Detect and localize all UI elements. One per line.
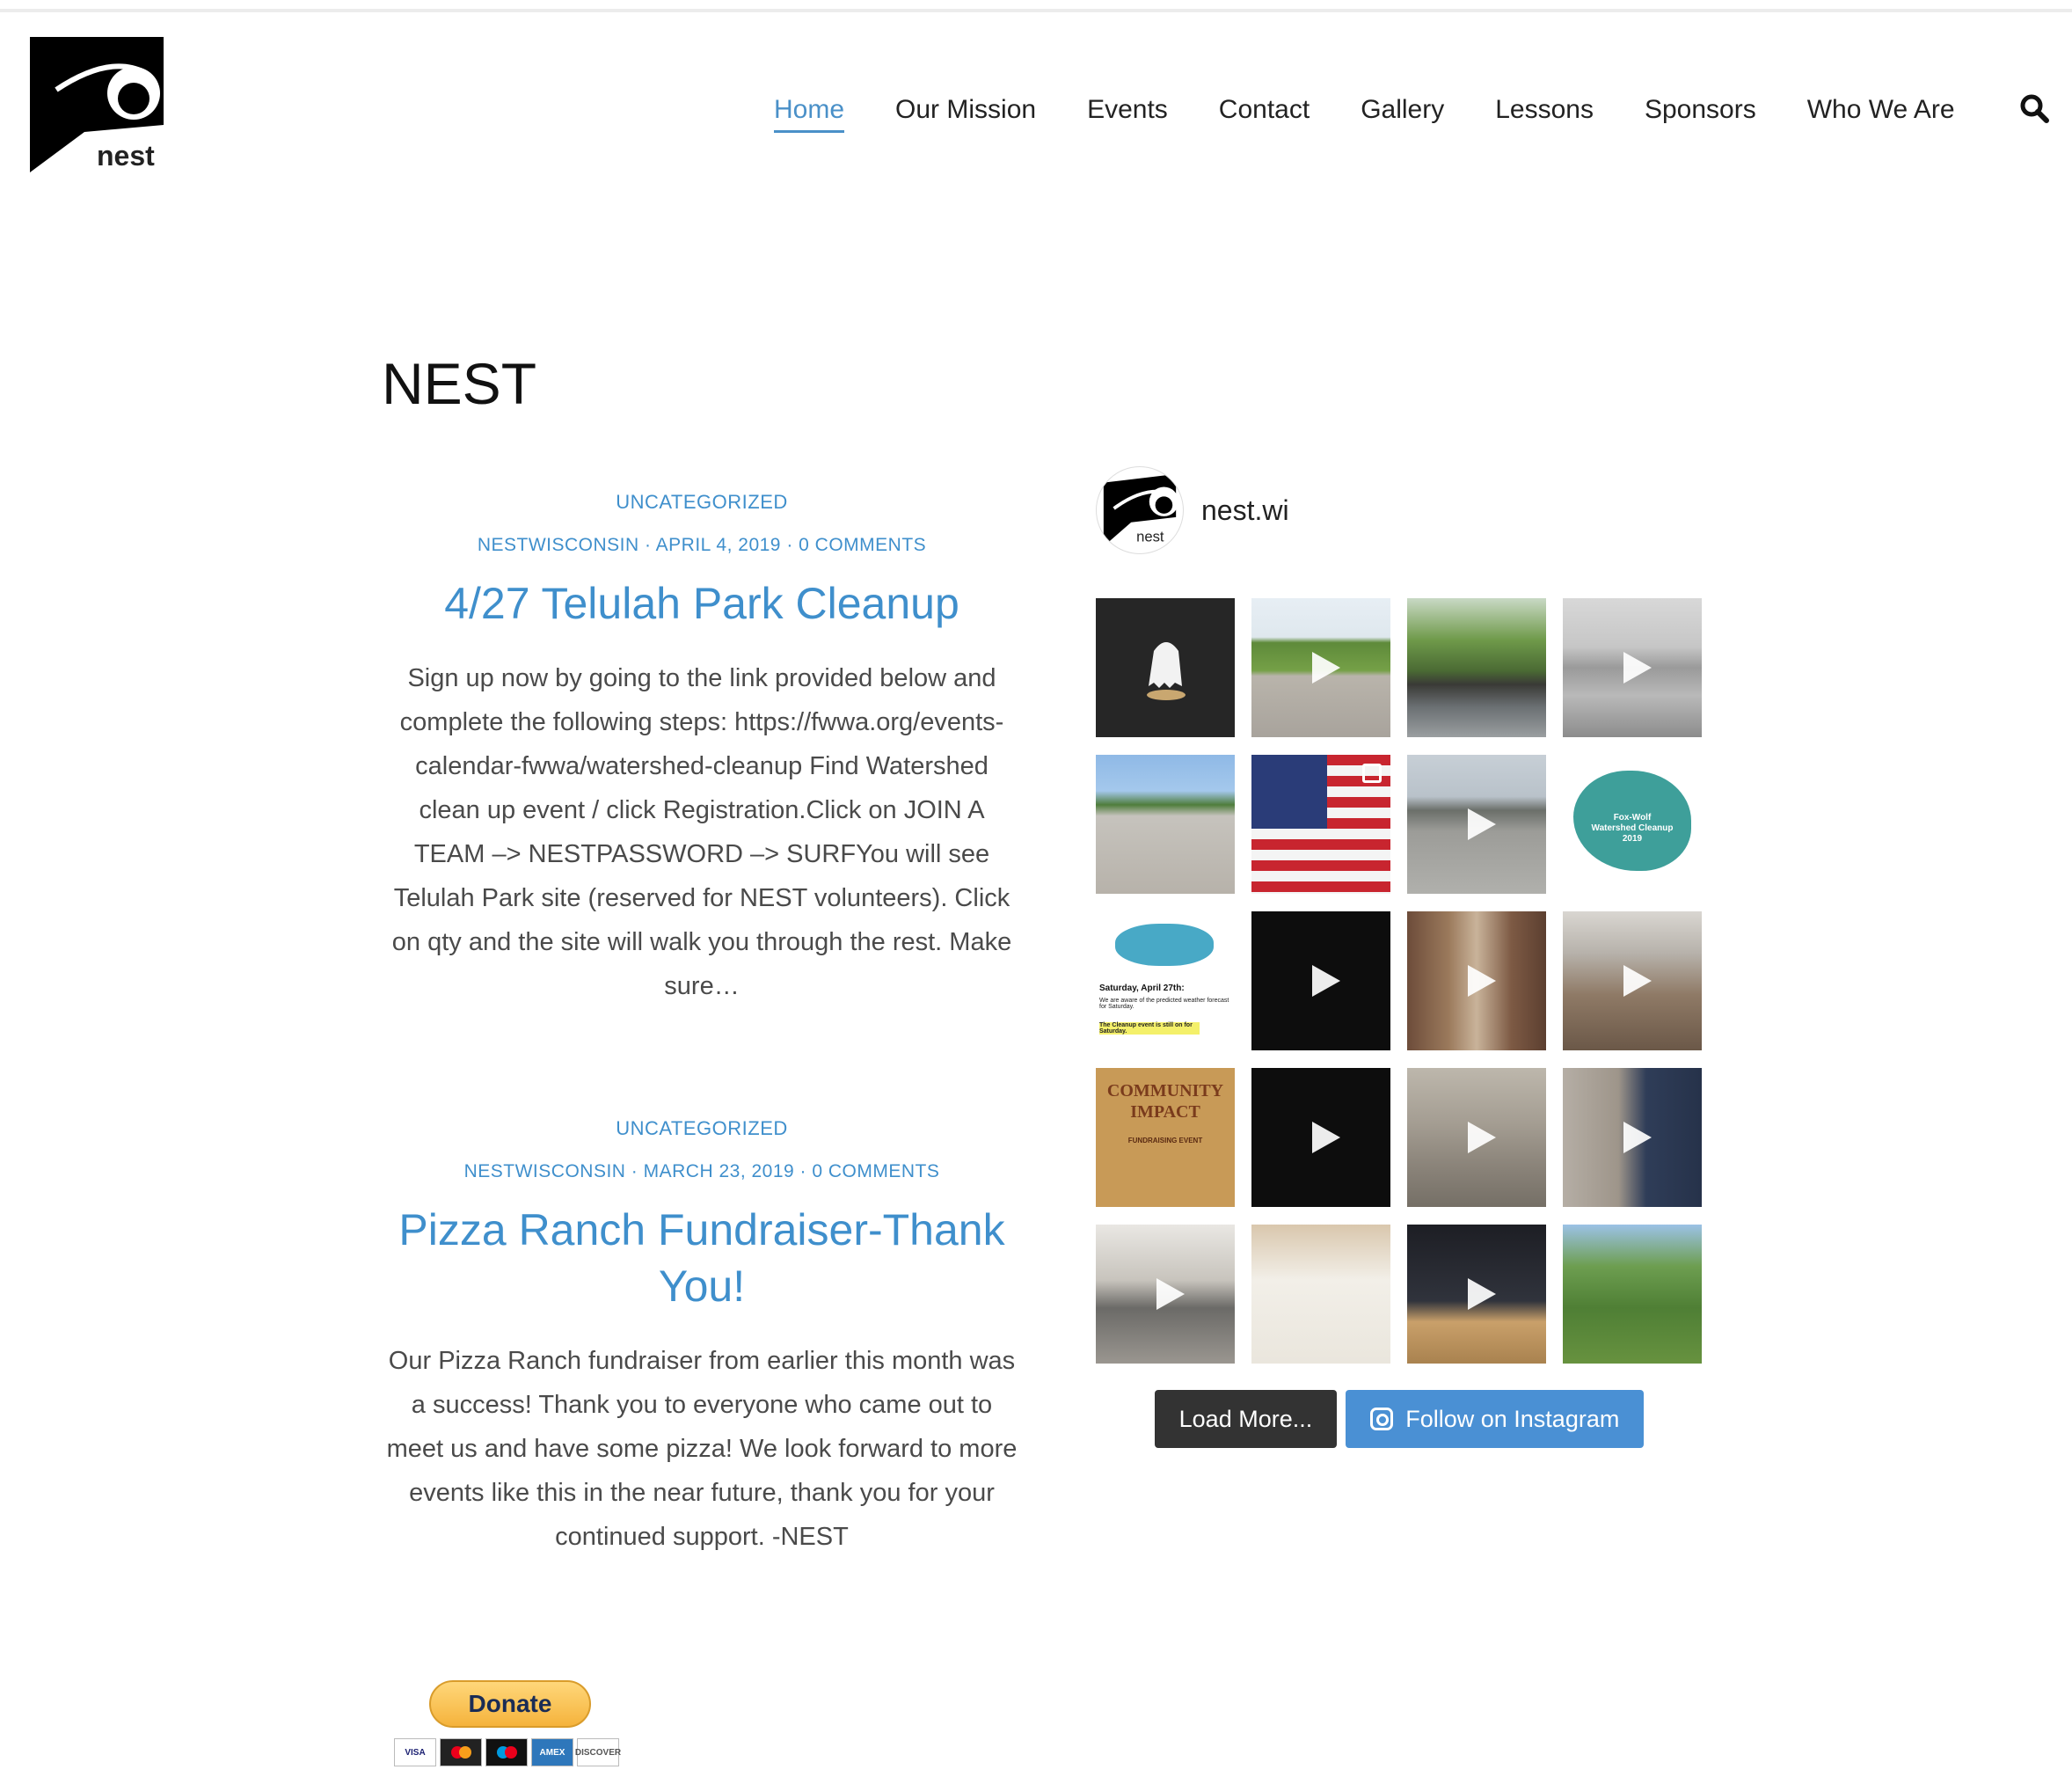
instagram-post-tile[interactable] xyxy=(1563,1068,1702,1207)
load-more-button[interactable]: Load More... xyxy=(1154,1390,1338,1448)
nest-avatar-icon: nest xyxy=(1103,473,1179,547)
instagram-feed: nest nest.wi Fox-Wolf Watershed Cleanup … xyxy=(1096,464,1703,1448)
nav-lessons[interactable]: Lessons xyxy=(1495,90,1594,130)
post-card: UNCATEGORIZED NESTWISCONSIN · MARCH 23, … xyxy=(378,1101,1025,1559)
ghost-icon xyxy=(1147,642,1186,700)
instagram-post-tile[interactable] xyxy=(1096,1225,1235,1364)
instagram-post-tile[interactable] xyxy=(1563,1225,1702,1364)
instagram-post-tile[interactable] xyxy=(1407,1225,1546,1364)
post-title[interactable]: 4/27 Telulah Park Cleanup xyxy=(378,575,1025,632)
meta-separator: · xyxy=(794,1161,813,1181)
main-nav: Home Our Mission Events Contact Gallery … xyxy=(774,90,2006,143)
post-author[interactable]: NESTWISCONSIN xyxy=(478,535,639,555)
amex-card-icon: AMEX xyxy=(531,1738,573,1766)
instagram-post-tile[interactable] xyxy=(1096,755,1235,894)
svg-text:nest: nest xyxy=(1136,528,1164,545)
play-icon xyxy=(1312,652,1340,684)
post-category[interactable]: UNCATEGORIZED xyxy=(378,475,1025,530)
instagram-post-tile[interactable]: Saturday, April 27th: We are aware of th… xyxy=(1096,911,1235,1050)
nav-home[interactable]: Home xyxy=(774,90,845,133)
donate-button[interactable]: Donate xyxy=(429,1680,591,1728)
tile-caption: FUNDRAISING EVENT xyxy=(1127,1137,1203,1144)
instagram-post-tile[interactable] xyxy=(1251,911,1390,1050)
tile-caption: The Cleanup event is still on for Saturd… xyxy=(1099,1022,1200,1035)
instagram-post-tile[interactable] xyxy=(1407,911,1546,1050)
instagram-handle[interactable]: nest.wi xyxy=(1201,494,1289,527)
nav-who-we-are[interactable]: Who We Are xyxy=(1807,90,1955,130)
page-title: NEST xyxy=(382,351,537,416)
post-meta: NESTWISCONSIN · MARCH 23, 2019 · 0 COMME… xyxy=(378,1161,1025,1182)
instagram-post-tile[interactable] xyxy=(1407,755,1546,894)
play-icon xyxy=(1468,1278,1496,1310)
post-excerpt: Sign up now by going to the link provide… xyxy=(391,664,1012,1000)
instagram-post-tile[interactable] xyxy=(1407,1068,1546,1207)
nav-contact[interactable]: Contact xyxy=(1219,90,1310,130)
nav-events[interactable]: Events xyxy=(1087,90,1168,130)
instagram-post-tile[interactable] xyxy=(1251,1068,1390,1207)
play-icon xyxy=(1312,1122,1340,1153)
nav-our-mission[interactable]: Our Mission xyxy=(895,90,1036,130)
play-icon xyxy=(1623,652,1652,684)
play-icon xyxy=(1468,1122,1496,1153)
play-icon xyxy=(1623,1122,1652,1153)
meta-separator: · xyxy=(638,535,656,555)
meta-separator: · xyxy=(625,1161,644,1181)
svg-text:nest: nest xyxy=(97,140,155,172)
instagram-grid: Fox-Wolf Watershed Cleanup 2019 Saturday… xyxy=(1096,598,1703,1364)
post-comments[interactable]: 0 COMMENTS xyxy=(799,535,926,555)
search-icon xyxy=(2020,94,2049,123)
post-meta: NESTWISCONSIN · APRIL 4, 2019 · 0 COMMEN… xyxy=(378,535,1025,556)
nest-logo-icon: nest xyxy=(30,37,164,172)
follow-label: Follow on Instagram xyxy=(1405,1406,1620,1432)
instagram-post-tile[interactable] xyxy=(1096,598,1235,737)
search-button[interactable] xyxy=(2019,93,2049,123)
instagram-post-tile[interactable]: COMMUNITY IMPACT FUNDRAISING EVENT xyxy=(1096,1068,1235,1207)
tile-caption: Saturday, April 27th: xyxy=(1099,984,1185,993)
instagram-post-tile[interactable]: Fox-Wolf Watershed Cleanup 2019 xyxy=(1563,755,1702,894)
follow-instagram-button[interactable]: Follow on Instagram xyxy=(1346,1390,1645,1448)
tile-caption: Fox-Wolf Watershed Cleanup 2019 xyxy=(1591,813,1674,844)
instagram-post-tile[interactable] xyxy=(1251,1225,1390,1364)
post-card: UNCATEGORIZED NESTWISCONSIN · APRIL 4, 2… xyxy=(378,475,1025,1008)
discover-card-icon: DISCOVER xyxy=(575,1738,621,1766)
site-logo[interactable]: nest xyxy=(30,37,164,172)
instagram-post-tile[interactable] xyxy=(1563,598,1702,737)
post-title[interactable]: Pizza Ranch Fundraiser-Thank You! xyxy=(378,1202,1025,1314)
instagram-post-tile[interactable] xyxy=(1563,911,1702,1050)
play-icon xyxy=(1312,965,1340,997)
instagram-header: nest nest.wi xyxy=(1096,464,1703,556)
instagram-post-tile[interactable] xyxy=(1251,598,1390,737)
instagram-post-tile[interactable] xyxy=(1251,755,1390,894)
play-icon xyxy=(1468,965,1496,997)
play-icon xyxy=(1156,1278,1185,1310)
play-icon xyxy=(1623,965,1652,997)
post-list: UNCATEGORIZED NESTWISCONSIN · APRIL 4, 2… xyxy=(378,475,1025,1559)
post-comments[interactable]: 0 COMMENTS xyxy=(812,1161,939,1181)
instagram-avatar[interactable]: nest xyxy=(1096,466,1184,554)
paypal-donate: Donate VISA AMEX DISCOVER xyxy=(394,1680,631,1766)
post-category[interactable]: UNCATEGORIZED xyxy=(378,1101,1025,1156)
instagram-icon xyxy=(1370,1408,1394,1430)
carousel-icon xyxy=(1362,764,1382,783)
payment-cards: VISA AMEX DISCOVER xyxy=(394,1738,631,1766)
tile-caption: COMMUNITY IMPACT xyxy=(1106,1081,1224,1122)
instagram-post-tile[interactable] xyxy=(1407,598,1546,737)
instagram-actions: Load More... Follow on Instagram xyxy=(1096,1390,1703,1448)
visa-card-icon: VISA xyxy=(394,1738,436,1766)
mastercard-card-icon xyxy=(440,1738,482,1766)
top-rule xyxy=(0,9,2072,12)
meta-separator: · xyxy=(781,535,799,555)
post-author[interactable]: NESTWISCONSIN xyxy=(464,1161,626,1181)
nav-sponsors[interactable]: Sponsors xyxy=(1645,90,1756,130)
post-date[interactable]: MARCH 23, 2019 xyxy=(644,1161,795,1181)
nav-gallery[interactable]: Gallery xyxy=(1361,90,1444,130)
maestro-card-icon xyxy=(485,1738,528,1766)
post-date[interactable]: APRIL 4, 2019 xyxy=(656,535,781,555)
play-icon xyxy=(1468,808,1496,840)
tile-caption: We are aware of the predicted weather fo… xyxy=(1099,998,1229,1010)
post-excerpt: Our Pizza Ranch fundraiser from earlier … xyxy=(386,1347,1018,1551)
